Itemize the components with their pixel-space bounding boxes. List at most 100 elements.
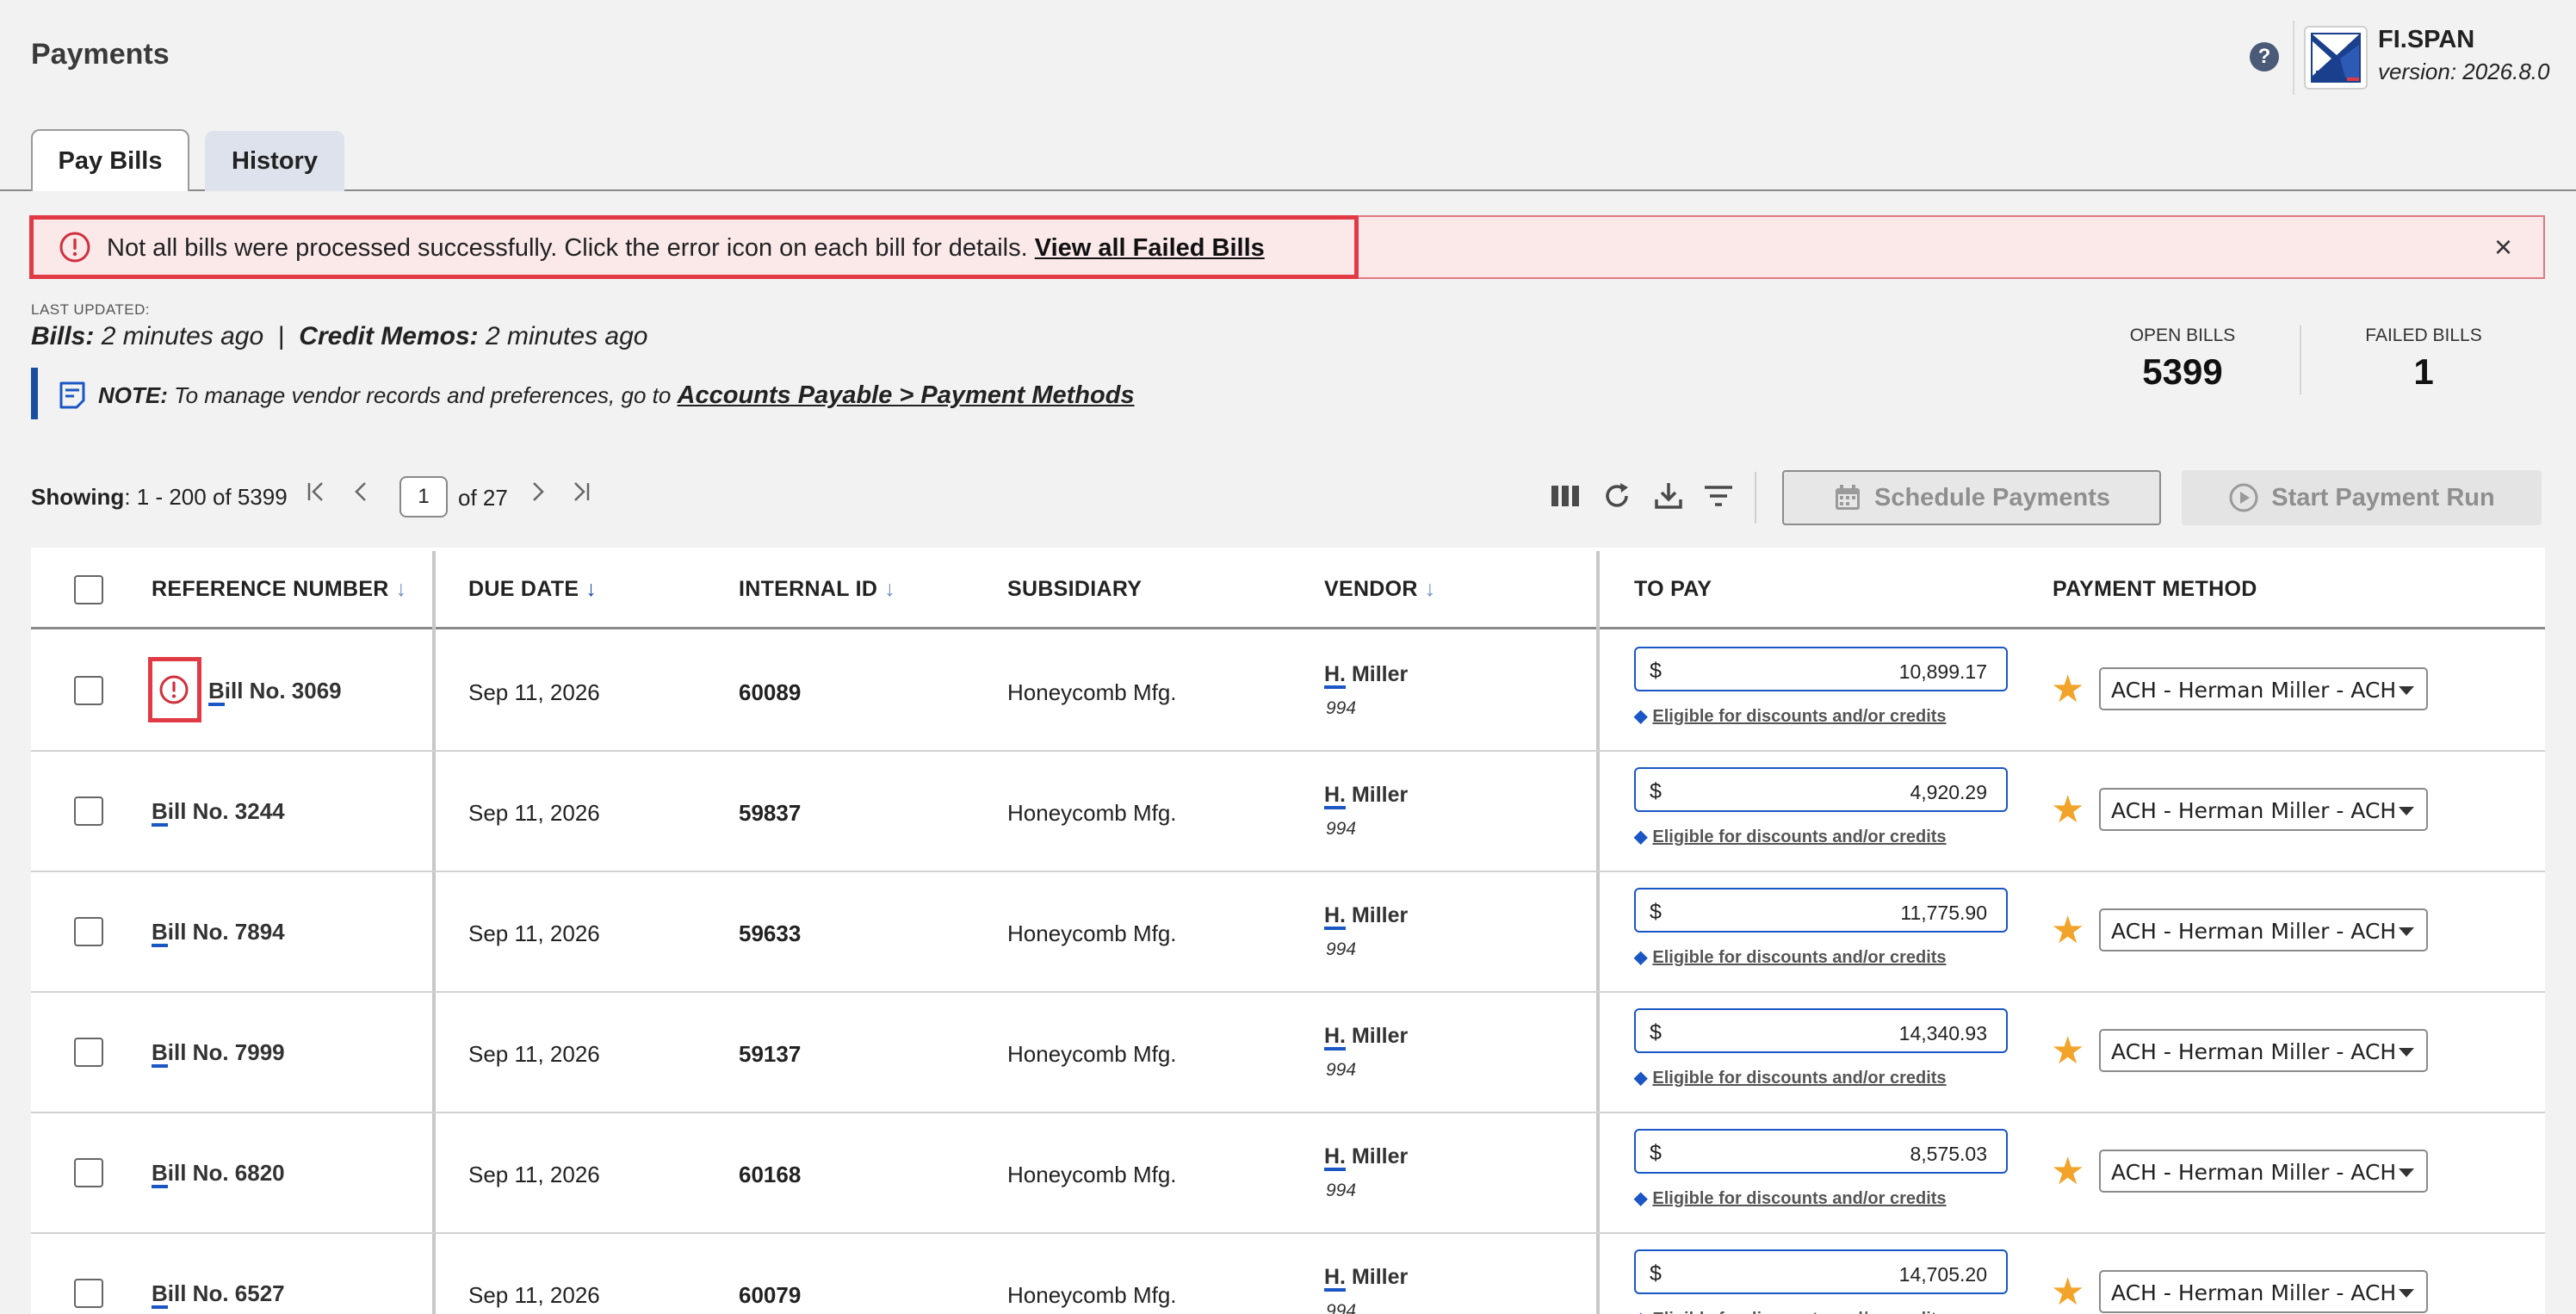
brand-logo [2304, 26, 2368, 90]
eligible-discounts-link[interactable]: ◆Eligible for discounts and/or credits [1634, 1067, 1947, 1088]
select-all-checkbox[interactable] [74, 575, 103, 604]
row-checkbox[interactable] [74, 1158, 103, 1187]
vendor-link[interactable]: H. Miller [1324, 903, 1408, 930]
note-label: NOTE: [98, 382, 168, 408]
row-checkbox[interactable] [74, 796, 103, 826]
next-page-icon[interactable] [527, 479, 548, 511]
payment-method-select[interactable]: ACH - Herman Miller - ACH [2099, 1029, 2428, 1072]
column-header-subsidiary[interactable]: SUBSIDIARY [1007, 577, 1142, 602]
payment-method-select[interactable]: ACH - Herman Miller - ACH [2099, 1150, 2428, 1193]
bill-reference-link[interactable]: Bill No. 6527 [152, 1280, 285, 1309]
prev-page-icon[interactable] [351, 479, 372, 511]
eligible-discounts-link[interactable]: ◆Eligible for discounts and/or credits [1634, 1308, 1947, 1314]
vendor-link[interactable]: H. Miller [1324, 783, 1408, 809]
start-payment-run-button[interactable]: Start Payment Run [2182, 470, 2542, 525]
bills-updated-label: Bills: [31, 322, 95, 350]
currency-symbol: $ [1650, 1020, 1662, 1044]
star-icon[interactable]: ★ [2051, 671, 2084, 709]
payment-method-select[interactable]: ACH - Herman Miller - ACH [2099, 788, 2428, 831]
vendor-link[interactable]: H. Miller [1324, 1144, 1408, 1171]
showing-label: Showing [31, 484, 125, 510]
vendor-link[interactable]: H. Miller [1324, 1265, 1408, 1292]
star-icon[interactable]: ★ [2051, 1032, 2084, 1070]
tab-history[interactable]: History [205, 131, 344, 191]
vendor-name: Miller [1346, 1265, 1409, 1289]
vendor-number: 994 [1326, 698, 1357, 718]
header-divider [2293, 21, 2294, 95]
to-pay-input[interactable]: $ 8,575.03 [1634, 1129, 2008, 1174]
alert-message-text: Not all bills were processed successfull… [107, 234, 1028, 262]
to-pay-input[interactable]: $ 11,775.90 [1634, 888, 2008, 933]
first-page-icon[interactable] [305, 479, 329, 511]
internal-id: 60168 [739, 1162, 802, 1187]
currency-symbol: $ [1650, 900, 1662, 924]
help-icon[interactable]: ? [2250, 42, 2279, 71]
internal-id: 59633 [739, 920, 802, 946]
bill-reference-link[interactable]: Bill No. 6820 [152, 1160, 285, 1188]
eligible-discounts-link[interactable]: ◆Eligible for discounts and/or credits [1634, 946, 1947, 968]
to-pay-input[interactable]: $ 14,340.93 [1634, 1008, 2008, 1053]
filter-icon[interactable] [1701, 479, 1736, 513]
chevron-down-icon [2399, 1048, 2414, 1057]
to-pay-input[interactable]: $ 14,705.20 [1634, 1249, 2008, 1294]
payment-methods-link[interactable]: Accounts Payable > Payment Methods [678, 381, 1135, 409]
eligible-discounts-text: Eligible for discounts and/or credits [1652, 707, 1947, 726]
to-pay-input[interactable]: $ 10,899.17 [1634, 647, 2008, 691]
updated-separator: | [277, 322, 285, 350]
bill-reference-link[interactable]: Bill No. 3244 [152, 798, 285, 827]
bill-reference-link[interactable]: Bill No. 3069 [208, 678, 342, 706]
eligible-discounts-link[interactable]: ◆Eligible for discounts and/or credits [1634, 1187, 1947, 1209]
row-checkbox[interactable] [74, 917, 103, 946]
close-icon[interactable]: × [2494, 229, 2512, 265]
vendor-link[interactable]: H. Miller [1324, 662, 1408, 689]
row-checkbox[interactable] [74, 1038, 103, 1067]
view-failed-bills-link[interactable]: View all Failed Bills [1035, 234, 1265, 262]
bill-reference-link[interactable]: Bill No. 7894 [152, 919, 285, 947]
row-checkbox[interactable] [74, 1279, 103, 1308]
schedule-payments-button[interactable]: Schedule Payments [1782, 470, 2161, 525]
due-date: Sep 11, 2026 [468, 1041, 600, 1067]
column-header-vendor[interactable]: VENDOR ↓ [1324, 577, 1436, 602]
vendor-link[interactable]: H. Miller [1324, 1024, 1408, 1051]
toolbar-divider [1755, 472, 1756, 524]
payment-method-value: ACH - Herman Miller - ACH [2111, 919, 2397, 944]
payment-method-select[interactable]: ACH - Herman Miller - ACH [2099, 667, 2428, 710]
star-icon[interactable]: ★ [2051, 1153, 2084, 1191]
row-checkbox[interactable] [74, 676, 103, 705]
download-icon[interactable] [1651, 479, 1686, 513]
vendor-name: Miller [1346, 1144, 1409, 1168]
eligible-discounts-link[interactable]: ◆Eligible for discounts and/or credits [1634, 705, 1947, 727]
star-icon[interactable]: ★ [2051, 1274, 2084, 1311]
star-icon[interactable]: ★ [2051, 912, 2084, 950]
star-icon[interactable]: ★ [2051, 791, 2084, 829]
calendar-icon [1836, 485, 1860, 510]
subsidiary: Honeycomb Mfg. [1007, 1041, 1177, 1067]
to-pay-input[interactable]: $ 4,920.29 [1634, 767, 2008, 812]
due-date: Sep 11, 2026 [468, 800, 600, 826]
refresh-icon[interactable] [1600, 479, 1634, 513]
table-header-divider [31, 627, 2545, 629]
column-header-reference[interactable]: REFERENCE NUMBER ↓ [152, 577, 406, 602]
column-header-due-date[interactable]: DUE DATE ↓ [468, 577, 597, 602]
columns-icon[interactable] [1548, 479, 1582, 513]
tab-pay-bills[interactable]: Pay Bills [31, 129, 189, 191]
page-number-input[interactable]: 1 [399, 476, 448, 518]
reference-text: ill No. 6527 [167, 1280, 285, 1306]
brand-version: version: 2026.8.0 [2378, 59, 2550, 84]
payment-method-select[interactable]: ACH - Herman Miller - ACH [2099, 908, 2428, 951]
last-updated-info: Bills: 2 minutes ago | Credit Memos: 2 m… [31, 322, 647, 351]
payment-method-select[interactable]: ACH - Herman Miller - ACH [2099, 1270, 2428, 1313]
last-page-icon[interactable] [568, 479, 592, 511]
reference-text: ill No. 3069 [224, 678, 342, 703]
eligible-discounts-link[interactable]: ◆Eligible for discounts and/or credits [1634, 826, 1947, 847]
tag-icon: ◆ [1634, 1189, 1648, 1208]
eligible-discounts-text: Eligible for discounts and/or credits [1652, 1189, 1947, 1208]
bill-reference-link[interactable]: Bill No. 7999 [152, 1039, 285, 1068]
page-count: of 27 [458, 485, 508, 511]
column-header-internal-id[interactable]: INTERNAL ID ↓ [739, 577, 895, 602]
showing-count: Showing: 1 - 200 of 5399 [31, 484, 288, 511]
error-circle-icon[interactable] [158, 674, 189, 705]
eligible-discounts-text: Eligible for discounts and/or credits [1652, 827, 1947, 846]
memos-updated-label: Credit Memos: [299, 322, 479, 350]
subsidiary: Honeycomb Mfg. [1007, 1162, 1177, 1187]
